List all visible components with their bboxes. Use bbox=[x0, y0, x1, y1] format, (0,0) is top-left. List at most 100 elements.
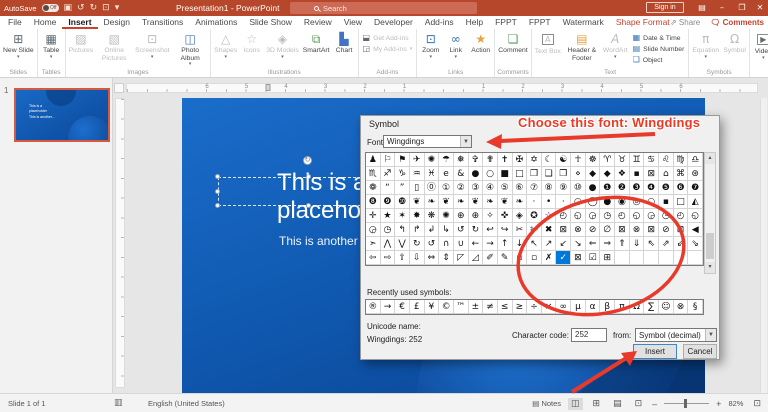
symbol-cell[interactable]: ⋀ bbox=[381, 237, 396, 251]
indent-marker[interactable] bbox=[266, 84, 271, 91]
symbol-cell[interactable]: ✟ bbox=[483, 153, 498, 167]
menu-tab-help[interactable]: Help bbox=[460, 16, 489, 29]
symbol-cell[interactable]: ❦ bbox=[469, 195, 484, 209]
symbol-cell[interactable]: ⇓ bbox=[630, 237, 645, 251]
dialog-title[interactable]: Symbol bbox=[369, 119, 399, 129]
symbol-cell[interactable]: ⇔ bbox=[425, 251, 440, 265]
symbol-cell[interactable]: ❼ bbox=[688, 181, 703, 195]
symbol-cell[interactable]: ◶ bbox=[586, 209, 601, 223]
menu-tab-fppt[interactable]: FPPT bbox=[523, 16, 557, 29]
symbol-cell[interactable]: ❖ bbox=[615, 167, 630, 181]
symbol-cell[interactable]: ☸ bbox=[586, 153, 601, 167]
symbol-cell[interactable]: ❑ bbox=[542, 167, 557, 181]
recent-symbol-cell[interactable]: § bbox=[688, 300, 703, 314]
symbol-cell[interactable]: ✂ bbox=[513, 223, 528, 237]
customize-toolbar-icon[interactable]: ▾ bbox=[115, 0, 120, 16]
symbol-cell[interactable]: ◿ bbox=[469, 251, 484, 265]
symbol-cell[interactable]: ⊘ bbox=[586, 223, 601, 237]
symbol-cell[interactable]: ↻ bbox=[410, 237, 425, 251]
recent-symbol-cell[interactable]: ÷ bbox=[527, 300, 542, 314]
symbol-cell[interactable]: “ bbox=[381, 181, 396, 195]
recent-symbol-cell[interactable]: → bbox=[381, 300, 396, 314]
recent-symbol-cell[interactable]: β bbox=[600, 300, 615, 314]
chart-button[interactable]: ▙Chart bbox=[332, 30, 357, 55]
symbol-cell[interactable]: · bbox=[556, 195, 571, 209]
close-icon[interactable]: ✕ bbox=[752, 0, 768, 16]
symbol-cell[interactable]: ↺ bbox=[454, 223, 469, 237]
symbol-cell[interactable]: ○ bbox=[571, 195, 586, 209]
menu-tab-watermark[interactable]: Watermark bbox=[557, 16, 610, 29]
photo-album-button[interactable]: ◫Photo Album▾ bbox=[171, 30, 209, 66]
symbol-cell[interactable]: ⑦ bbox=[527, 181, 542, 195]
date-time-button[interactable]: ▦Date & Time bbox=[633, 34, 685, 42]
language-status[interactable]: English (United States) bbox=[148, 399, 225, 408]
get-add-ins-button[interactable]: ⬓Get Add-ins bbox=[363, 34, 413, 42]
symbol-cell[interactable]: ⇩ bbox=[410, 251, 425, 265]
menu-tab-insert[interactable]: Insert bbox=[62, 16, 97, 29]
symbol-cell[interactable]: ✺ bbox=[439, 209, 454, 223]
symbol-cell[interactable]: ♐ bbox=[381, 167, 396, 181]
recent-symbol-cell[interactable]: ☺ bbox=[659, 300, 674, 314]
symbol-cell[interactable]: ⊕ bbox=[469, 209, 484, 223]
zoom-out-icon[interactable]: – bbox=[652, 399, 657, 409]
scrollbar-thumb[interactable] bbox=[706, 233, 714, 259]
symbol-cell[interactable]: ↩ bbox=[483, 223, 498, 237]
symbol-cell[interactable]: □ bbox=[674, 195, 689, 209]
symbol-cell[interactable]: ⇦ bbox=[366, 251, 381, 265]
online-pictures-button[interactable]: ▧Online Pictures bbox=[95, 30, 133, 62]
resize-handle[interactable] bbox=[215, 203, 220, 208]
smartart-button[interactable]: ⧉SmartArt bbox=[301, 30, 332, 55]
symbol-cell[interactable]: ◭ bbox=[688, 195, 703, 209]
symbol-cell[interactable]: ♋ bbox=[644, 153, 659, 167]
symbol-cell[interactable]: ✐ bbox=[483, 251, 498, 265]
symbol-cell[interactable]: ● bbox=[586, 181, 601, 195]
symbol-cell[interactable]: ◷ bbox=[659, 209, 674, 223]
symbol-cell[interactable]: ☂ bbox=[439, 153, 454, 167]
symbol-cell[interactable]: ⇘ bbox=[688, 237, 703, 251]
symbol-cell[interactable]: ↰ bbox=[395, 223, 410, 237]
symbol-cell[interactable]: ⊞ bbox=[600, 251, 615, 265]
symbol-cell[interactable]: ▪ bbox=[659, 195, 674, 209]
comment-button[interactable]: ❏Comment bbox=[496, 30, 529, 55]
redo-icon[interactable]: ↻ bbox=[90, 0, 98, 16]
symbol-cell[interactable]: ✞ bbox=[469, 153, 484, 167]
symbol-cell[interactable]: ❹ bbox=[644, 181, 659, 195]
symbol-cell[interactable]: ⊠ bbox=[644, 167, 659, 181]
symbol-cell[interactable]: ⋄ bbox=[571, 167, 586, 181]
symbol-cell[interactable]: ▪ bbox=[630, 167, 645, 181]
symbol-cell[interactable]: ◉ bbox=[615, 195, 630, 209]
zoom-in-icon[interactable]: + bbox=[716, 399, 721, 409]
autosave-toggle[interactable]: Off bbox=[42, 4, 59, 12]
proofing-icon[interactable]: ▥ bbox=[114, 398, 123, 408]
text-box-button[interactable]: AText Box bbox=[533, 30, 563, 56]
chevron-down-icon[interactable]: ▼ bbox=[460, 136, 471, 147]
resize-handle[interactable] bbox=[215, 189, 220, 194]
sign-in-button[interactable]: Sign in bbox=[646, 2, 684, 13]
symbol-cell[interactable]: ↲ bbox=[425, 223, 440, 237]
recent-symbol-cell[interactable]: × bbox=[542, 300, 557, 314]
symbol-cell[interactable]: ❧ bbox=[483, 195, 498, 209]
comments-button[interactable]: 🗨 Comments bbox=[710, 18, 764, 27]
menu-tab-review[interactable]: Review bbox=[298, 16, 338, 29]
symbol-cell[interactable]: ✓ bbox=[556, 251, 571, 265]
symbol-cell[interactable]: ❦ bbox=[439, 195, 454, 209]
recent-symbol-cell[interactable]: π bbox=[615, 300, 630, 314]
symbol-cell[interactable]: ☆ bbox=[542, 209, 557, 223]
symbol-cell[interactable]: ❦ bbox=[498, 195, 513, 209]
recent-symbol-cell[interactable]: ™ bbox=[454, 300, 469, 314]
symbol-cell[interactable] bbox=[674, 251, 689, 265]
symbol-cell[interactable]: ∩ bbox=[439, 237, 454, 251]
symbol-cell[interactable]: ⇧ bbox=[395, 251, 410, 265]
recent-symbol-cell[interactable]: ± bbox=[469, 300, 484, 314]
symbol-cell[interactable]: ♈ bbox=[600, 153, 615, 167]
table-button[interactable]: ▦Table▾ bbox=[39, 30, 64, 59]
recent-symbol-cell[interactable]: Ω bbox=[630, 300, 645, 314]
slideshow-icon[interactable]: ⊡ bbox=[632, 398, 646, 410]
symbol-cell[interactable]: ✎ bbox=[498, 251, 513, 265]
slide-sorter-icon[interactable]: ⊞ bbox=[590, 398, 604, 410]
symbol-cell[interactable]: ▫ bbox=[527, 251, 542, 265]
symbol-cell[interactable]: ⑤ bbox=[498, 181, 513, 195]
symbol-cell[interactable]: ✶ bbox=[395, 209, 410, 223]
symbol-cell[interactable]: ❦ bbox=[410, 195, 425, 209]
symbol-cell[interactable]: ☑ bbox=[586, 251, 601, 265]
